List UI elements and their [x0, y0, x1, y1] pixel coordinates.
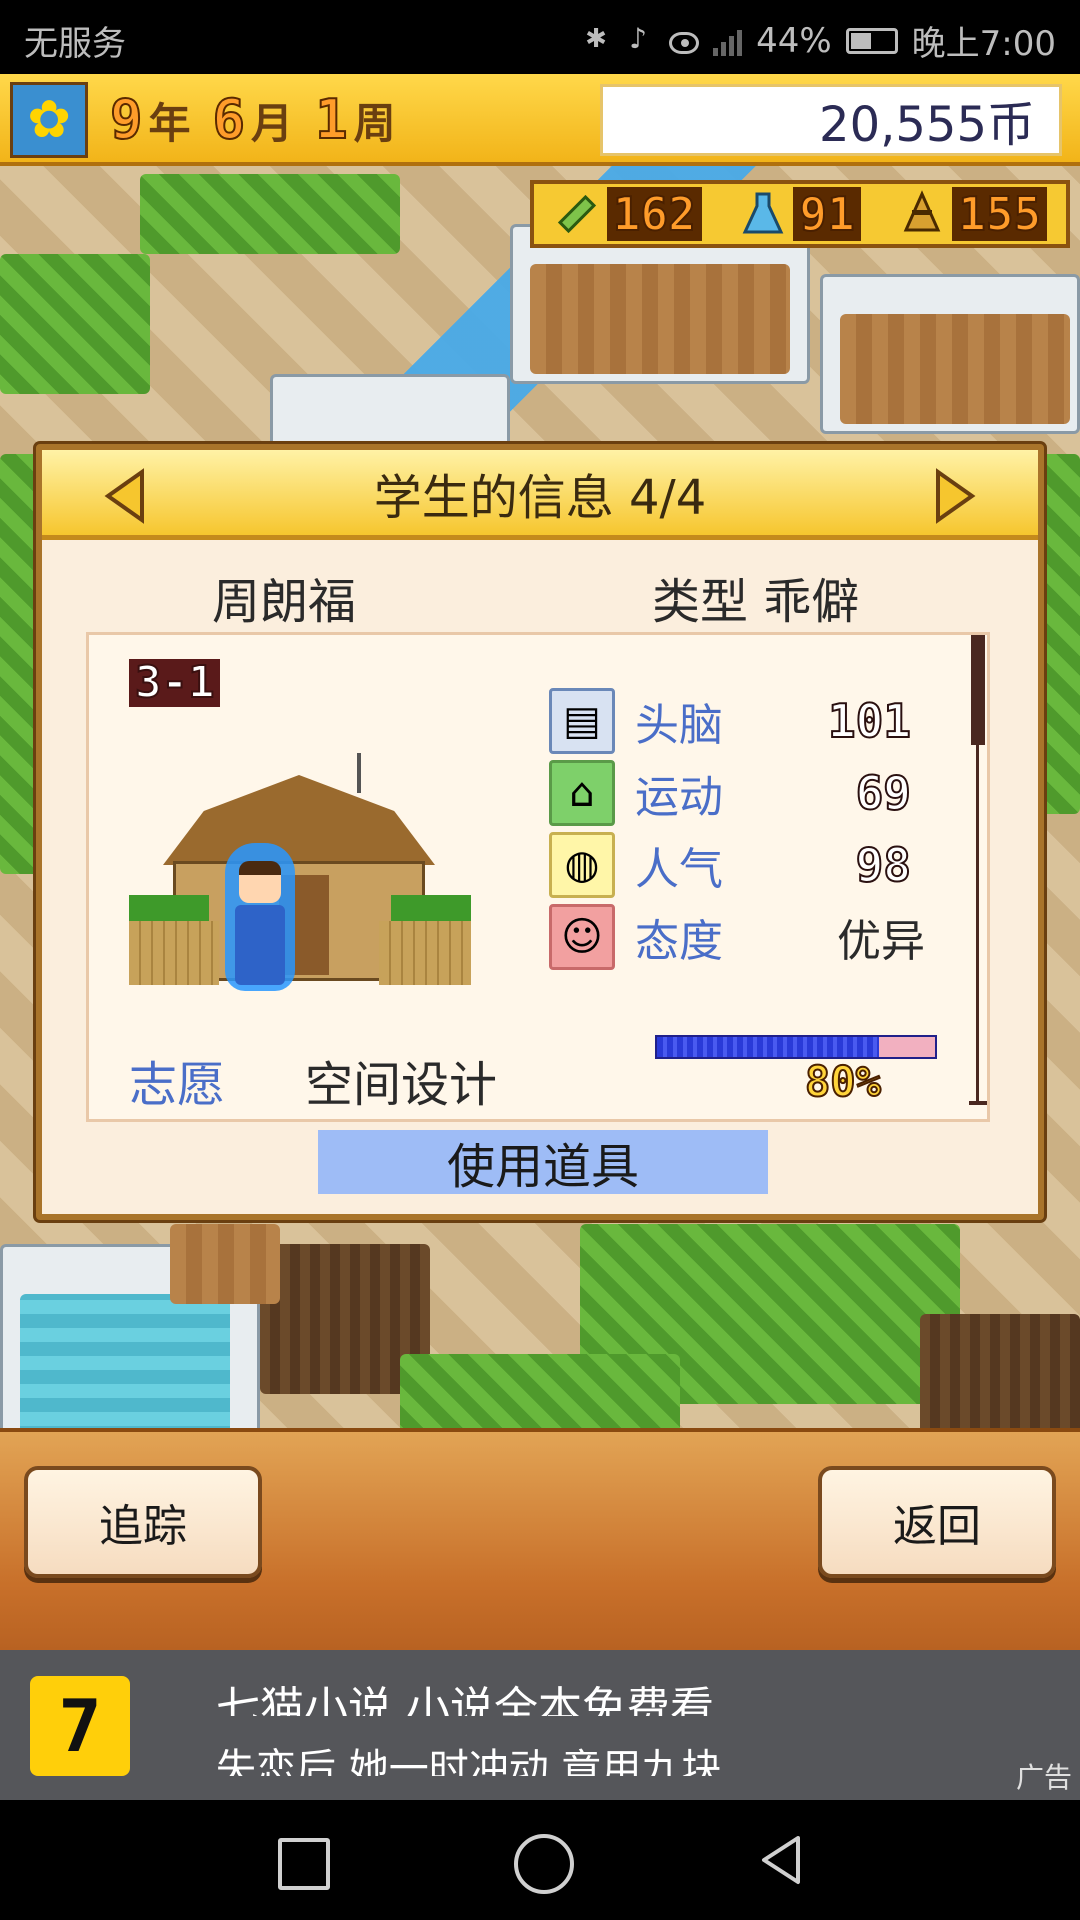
- scroll-end: [969, 1101, 987, 1105]
- classroom-building: [270, 374, 510, 454]
- student-home-illustration: [129, 753, 471, 991]
- antenna: [357, 753, 361, 793]
- classroom-floor: [530, 264, 790, 374]
- attitude-icon: ☺: [549, 904, 615, 970]
- status-bar: 无服务 44% 晚上7:00: [0, 0, 1080, 74]
- clock: 晚上7:00: [911, 24, 1056, 64]
- system-nav-bar: [0, 1800, 1080, 1920]
- deck: [170, 1224, 280, 1304]
- attribute-label: 人气: [635, 844, 723, 895]
- aspiration-value: 空间设计: [305, 1057, 498, 1113]
- attribute-row: ◍ 人气 98: [549, 829, 929, 901]
- chevron-left-icon: [104, 468, 144, 524]
- prev-student-button[interactable]: [102, 468, 148, 524]
- dialog-title: 学生的信息 4/4: [373, 469, 707, 526]
- stat-pencil-value: 162: [606, 186, 702, 242]
- chevron-right-icon: [936, 468, 976, 524]
- status-icons: 44% 晚上7:00: [581, 16, 1056, 65]
- student-head: [239, 861, 281, 903]
- battery-icon: [845, 27, 898, 54]
- stat-cone: 155: [898, 186, 1048, 242]
- attribute-value: 98: [855, 837, 912, 893]
- bluetooth-icon: [581, 24, 611, 56]
- attribute-row: ⌂ 运动 69: [549, 757, 929, 829]
- mute-icon: [625, 22, 655, 56]
- fence: [129, 921, 219, 985]
- attribute-label: 运动: [635, 772, 723, 823]
- sport-icon: ⌂: [549, 760, 615, 826]
- stat-flask-value: 91: [793, 186, 861, 242]
- stat-pencil: 162: [553, 186, 702, 242]
- date-week-unit: 周: [353, 99, 396, 148]
- attribute-value: 101: [827, 693, 912, 749]
- ad-logo[interactable]: 7: [30, 1676, 130, 1776]
- stat-cone-value: 155: [952, 186, 1048, 242]
- game-date: 9 年 6 月 1 周: [109, 87, 412, 152]
- use-item-button[interactable]: 使用道具: [318, 1130, 768, 1194]
- attribute-value: 69: [855, 765, 912, 821]
- dialog-header: 学生的信息 4/4: [42, 450, 1038, 540]
- attribute-value: 优异: [837, 916, 925, 967]
- stat-flask: 91: [739, 186, 861, 242]
- grass-patch: [0, 254, 150, 394]
- student-detail-panel: 3-1 ▤ 头脑 101 ⌂ 运动 69 ◍ 人气 98 ☺ 态度 优异 志愿 …: [86, 632, 990, 1122]
- progress-fill: [657, 1037, 880, 1057]
- next-student-button[interactable]: [932, 468, 978, 524]
- date-year: 9: [109, 87, 143, 152]
- student-avatar: [225, 843, 295, 991]
- date-year-unit: 年: [148, 99, 191, 148]
- hedge: [1040, 454, 1080, 814]
- date-week: 1: [314, 87, 348, 152]
- garden-bed: [140, 174, 400, 254]
- ad-label: 广告: [1015, 1761, 1072, 1794]
- bottom-action-bar: 追踪 返回: [0, 1428, 1080, 1650]
- flask-icon: [739, 188, 787, 240]
- back-button[interactable]: 返回: [818, 1466, 1056, 1578]
- student-body: [235, 905, 285, 985]
- top-hud: ✿ 9 年 6 月 1 周 20,555币: [0, 74, 1080, 166]
- aspiration-progress-text: 80%: [804, 1056, 882, 1107]
- student-info-dialog: 学生的信息 4/4 周朗福 类型 乖僻 3-1 ▤ 头脑 101 ⌂ 运动 69…: [36, 444, 1044, 1220]
- hedge: [0, 454, 40, 874]
- money-display: 20,555币: [600, 84, 1062, 156]
- fence: [379, 921, 471, 985]
- scroll-track: [976, 745, 979, 1105]
- ad-headline[interactable]: 七猫小说 小说全本免费看: [216, 1672, 714, 1716]
- sunflower-icon: ✿: [10, 82, 88, 158]
- scroll-thumb[interactable]: [971, 635, 985, 745]
- signal-icon: [713, 26, 743, 56]
- brain-icon: ▤: [549, 688, 615, 754]
- house-roof: [163, 775, 435, 865]
- class-tag: 3-1: [129, 657, 221, 708]
- home-button[interactable]: [510, 1830, 574, 1894]
- carrier-label: 无服务: [24, 24, 126, 64]
- attribute-list: ▤ 头脑 101 ⌂ 运动 69 ◍ 人气 98 ☺ 态度 优异: [549, 685, 929, 973]
- aspiration-progress-bar: [655, 1035, 937, 1059]
- attribute-label: 头脑: [635, 700, 723, 751]
- system-back-button[interactable]: [752, 1830, 812, 1890]
- pencil-icon: [553, 188, 601, 240]
- eye-comfort-icon: [669, 31, 700, 54]
- cone-icon: [898, 188, 946, 240]
- resource-stats: 162 91 155: [530, 180, 1070, 248]
- student-type: 类型 乖僻: [652, 574, 860, 630]
- recent-apps-button[interactable]: [270, 1830, 330, 1890]
- battery-percent: 44%: [756, 20, 832, 61]
- popularity-icon: ◍: [549, 832, 615, 898]
- attribute-row: ▤ 头脑 101: [549, 685, 929, 757]
- back-triangle-icon: [762, 1836, 800, 1884]
- ad-banner[interactable]: 7 七猫小说 小说全本免费看 失恋后 她一时冲动 竟用九块 广告: [0, 1650, 1080, 1800]
- attribute-row: ☺ 态度 优异: [549, 901, 929, 973]
- scrollbar[interactable]: [967, 635, 987, 1105]
- date-month: 6: [212, 87, 246, 152]
- ad-subline[interactable]: 失恋后 她一时冲动 竟用九块: [216, 1736, 721, 1776]
- attribute-label: 态度: [635, 916, 723, 967]
- date-month-unit: 月: [251, 99, 294, 148]
- classroom-floor: [840, 314, 1070, 424]
- student-name: 周朗福: [212, 574, 357, 630]
- bamboo-fence: [920, 1314, 1080, 1434]
- aspiration-label: 志愿: [129, 1057, 226, 1113]
- track-button[interactable]: 追踪: [24, 1466, 262, 1578]
